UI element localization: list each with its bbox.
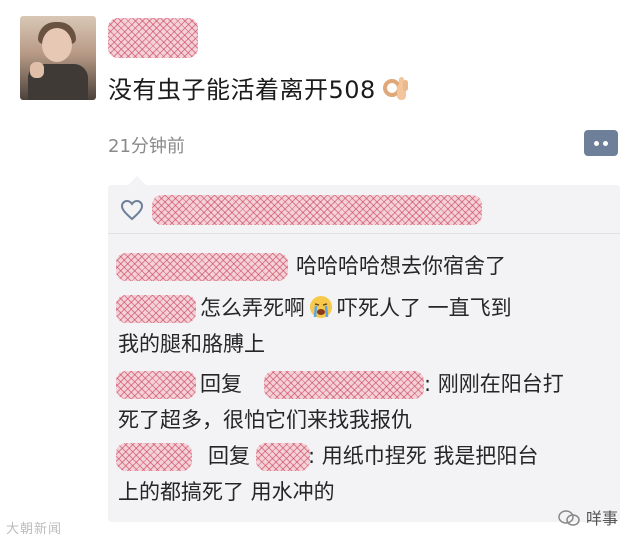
comment-reply-text: : 用纸巾捏死 我是把阳台 bbox=[308, 441, 538, 471]
more-dots-icon bbox=[594, 141, 599, 146]
comment-continuation: 死了超多，很怕它们来找我报仇 bbox=[118, 408, 412, 432]
comment-item[interactable]: 怎么弄死啊 吓死人了 一直飞到 bbox=[200, 293, 512, 323]
redacted-reply-target[interactable] bbox=[264, 371, 424, 399]
comment-text: : 刚刚在阳台打 bbox=[424, 372, 564, 396]
comment-item[interactable]: 回复 bbox=[208, 441, 250, 471]
redacted-reply-target[interactable] bbox=[256, 443, 310, 471]
comment-text: : 用纸巾捏死 我是把阳台 bbox=[308, 444, 539, 468]
redacted-commenter-name[interactable] bbox=[116, 371, 196, 399]
comment-box-pointer bbox=[128, 176, 146, 185]
poster-avatar[interactable] bbox=[20, 16, 96, 100]
comment-continuation: 上的都搞死了 用水冲的 bbox=[118, 480, 335, 504]
comment-item[interactable]: 回复 bbox=[200, 369, 242, 399]
redacted-commenter-name[interactable] bbox=[116, 253, 288, 281]
likes-divider bbox=[108, 233, 620, 234]
post-timestamp: 21分钟前 bbox=[108, 136, 185, 157]
avatar-hand bbox=[30, 62, 44, 78]
avatar-face bbox=[42, 28, 72, 62]
comment-text: 哈哈哈哈想去你宿舍了 bbox=[296, 254, 506, 278]
comment-continuation: 我的腿和胳膊上 bbox=[118, 332, 265, 356]
redacted-commenter-name[interactable] bbox=[116, 295, 196, 323]
more-options-button[interactable] bbox=[584, 130, 618, 156]
post-text-content: 没有虫子能活着离开508 bbox=[108, 76, 376, 104]
watermark-right: 咩事 bbox=[558, 505, 618, 529]
reply-label: 回复 bbox=[208, 444, 250, 468]
reply-label: 回复 bbox=[200, 372, 242, 396]
ok-hand-icon bbox=[382, 77, 408, 100]
watermark-left-text: 大朝新闻 bbox=[6, 522, 63, 537]
redacted-likes-list[interactable] bbox=[152, 195, 482, 225]
watermark-right-text: 咩事 bbox=[586, 509, 619, 528]
heart-icon bbox=[120, 199, 144, 221]
redacted-commenter-name[interactable] bbox=[116, 443, 192, 471]
comment-reply-text: : 刚刚在阳台打 bbox=[424, 369, 564, 399]
comment-box: 哈哈哈哈想去你宿舍了 怎么弄死啊 吓死人了 一直飞到 我的腿和胳膊上 回复 : … bbox=[108, 176, 620, 522]
comment-text: 怎么弄死啊 bbox=[200, 296, 305, 320]
more-dots-icon bbox=[603, 141, 608, 146]
comment-item[interactable]: 哈哈哈哈想去你宿舍了 bbox=[296, 251, 506, 281]
crying-face-icon bbox=[310, 296, 332, 318]
watermark-left: 大朝新闻 bbox=[6, 518, 62, 537]
wechat-logo-icon bbox=[558, 510, 580, 526]
post-text: 没有虫子能活着离开508 bbox=[108, 70, 410, 105]
comment-text-tail: 吓死人了 一直飞到 bbox=[337, 296, 512, 320]
redacted-username[interactable] bbox=[108, 18, 198, 58]
